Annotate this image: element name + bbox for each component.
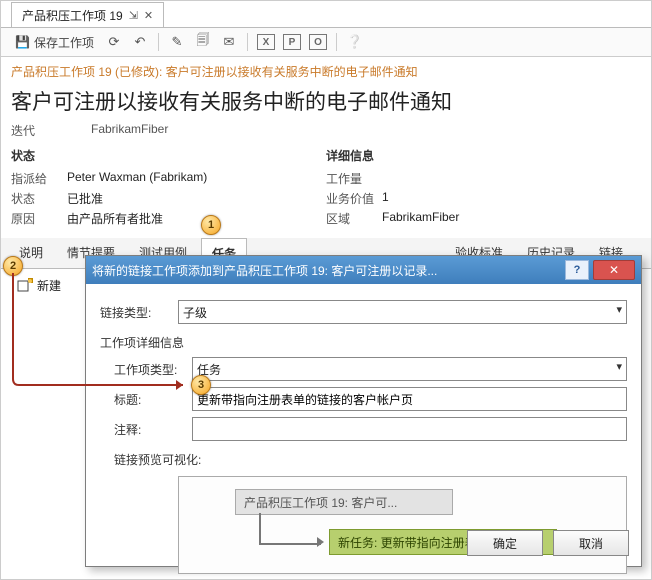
new-link-icon xyxy=(17,278,33,294)
email-icon: ✉ xyxy=(224,34,235,50)
preview-arrow-icon xyxy=(317,537,324,547)
effort-label: 工作量 xyxy=(326,170,382,187)
ok-label: 确定 xyxy=(493,535,517,552)
help-icon: ❔ xyxy=(347,34,363,50)
detail-column: 详细信息 工作量 业务价值1 区域FabrikamFiber xyxy=(326,147,641,230)
page-title: 客户可注册以接收有关服务中断的电子邮件通知 xyxy=(1,86,651,122)
comment-input[interactable] xyxy=(192,417,627,441)
outlook-button[interactable]: O xyxy=(306,30,330,54)
title-input[interactable] xyxy=(192,387,627,411)
copy-button[interactable]: 🗐 xyxy=(191,30,215,54)
preview-label: 链接预览可视化: xyxy=(114,451,627,468)
state-column: 状态 指派给Peter Waxman (Fabrikam) 状态已批准 原因由产… xyxy=(11,147,326,230)
link-type-value: 子级 xyxy=(183,304,207,321)
reason-value[interactable]: 由产品所有者批准 xyxy=(67,210,163,227)
bizval-label: 业务价值 xyxy=(326,190,382,207)
help-button[interactable]: ❔ xyxy=(343,30,367,54)
cancel-label: 取消 xyxy=(579,535,603,552)
reason-label: 原因 xyxy=(11,210,67,227)
toolbar-separator xyxy=(158,33,159,51)
state-label: 状态 xyxy=(11,190,67,207)
bizval-value[interactable]: 1 xyxy=(382,190,389,207)
dialog-title: 将新的链接工作项添加到产品积压工作项 19: 客户可注册以记录... xyxy=(92,262,437,279)
ok-button[interactable]: 确定 xyxy=(467,530,543,556)
refresh-icon: ⟳ xyxy=(109,34,120,50)
document-tab[interactable]: 产品积压工作项 19 ⇲ ✕ xyxy=(11,2,164,27)
close-tab-icon[interactable]: ✕ xyxy=(144,9,153,22)
assign-icon: ✎ xyxy=(172,34,183,50)
new-task-label: 新建 xyxy=(37,277,61,294)
email-button[interactable]: ✉ xyxy=(217,30,241,54)
help-icon: ? xyxy=(574,264,581,276)
preview-connector xyxy=(259,513,321,545)
link-type-label: 链接类型: xyxy=(100,304,178,321)
project-button[interactable]: P xyxy=(280,30,304,54)
add-linked-item-dialog: 将新的链接工作项添加到产品积压工作项 19: 客户可注册以记录... ? ✕ 链… xyxy=(85,255,642,567)
state-value[interactable]: 已批准 xyxy=(67,190,103,207)
state-header: 状态 xyxy=(11,147,326,164)
iteration-label: 迭代 xyxy=(11,122,67,139)
annotation-badge-2: 2 xyxy=(3,256,23,276)
toolbar: 💾 保存工作项 ⟳ ↶ ✎ 🗐 ✉ X P O ❔ xyxy=(1,28,651,57)
close-icon: ✕ xyxy=(609,263,619,277)
document-tab-title: 产品积压工作项 19 xyxy=(22,7,123,24)
annotation-badge-3: 3 xyxy=(191,375,211,395)
details-grid: 状态 指派给Peter Waxman (Fabrikam) 状态已批准 原因由产… xyxy=(1,147,651,230)
copy-icon: 🗐 xyxy=(196,31,209,53)
details-fieldset-label: 工作项详细信息 xyxy=(100,334,627,351)
pin-icon[interactable]: ⇲ xyxy=(129,9,138,22)
save-icon: 💾 xyxy=(15,35,30,49)
refresh-button[interactable]: ⟳ xyxy=(102,30,126,54)
save-button[interactable]: 💾 保存工作项 xyxy=(9,31,100,53)
revert-button[interactable]: ↶ xyxy=(128,30,152,54)
revert-icon: ↶ xyxy=(135,34,146,50)
toolbar-separator xyxy=(336,33,337,51)
assigned-label: 指派给 xyxy=(11,170,67,187)
outlook-icon: O xyxy=(309,34,327,50)
document-tab-strip: 产品积压工作项 19 ⇲ ✕ xyxy=(1,1,651,28)
breadcrumb: 产品积压工作项 19 (已修改): 客户可注册以接收有关服务中断的电子邮件通知 xyxy=(1,57,651,86)
detail-header: 详细信息 xyxy=(326,147,641,164)
iteration-value[interactable]: FabrikamFiber xyxy=(91,122,168,139)
dialog-buttons: 确定 取消 xyxy=(467,530,629,556)
area-label: 区域 xyxy=(326,210,382,227)
dialog-help-button[interactable]: ? xyxy=(565,260,589,280)
assign-button[interactable]: ✎ xyxy=(165,30,189,54)
work-item-editor: 产品积压工作项 19 ⇲ ✕ 💾 保存工作项 ⟳ ↶ ✎ 🗐 ✉ X P O ❔… xyxy=(0,0,652,580)
dialog-close-button[interactable]: ✕ xyxy=(593,260,635,280)
save-label: 保存工作项 xyxy=(34,34,94,51)
witype-select[interactable]: 任务 xyxy=(192,357,627,381)
project-icon: P xyxy=(283,34,301,50)
comment-label: 注释: xyxy=(114,421,192,438)
toolbar-separator xyxy=(247,33,248,51)
title-label: 标题: xyxy=(114,391,192,408)
assigned-value[interactable]: Peter Waxman (Fabrikam) xyxy=(67,170,207,187)
new-task-button[interactable]: 新建 xyxy=(11,275,67,296)
link-preview: 产品积压工作项 19: 客户可... 新任务: 更新带指向注册表... xyxy=(178,476,627,574)
dialog-titlebar[interactable]: 将新的链接工作项添加到产品积压工作项 19: 客户可注册以记录... ? ✕ xyxy=(86,256,641,284)
cancel-button[interactable]: 取消 xyxy=(553,530,629,556)
witype-label: 工作项类型: xyxy=(114,361,192,378)
iteration-row: 迭代 FabrikamFiber xyxy=(1,122,651,147)
annotation-badge-1: 1 xyxy=(201,215,221,235)
preview-parent-node: 产品积压工作项 19: 客户可... xyxy=(235,489,453,515)
excel-button[interactable]: X xyxy=(254,30,278,54)
area-value[interactable]: FabrikamFiber xyxy=(382,210,459,227)
excel-icon: X xyxy=(257,34,275,50)
link-type-select[interactable]: 子级 xyxy=(178,300,627,324)
